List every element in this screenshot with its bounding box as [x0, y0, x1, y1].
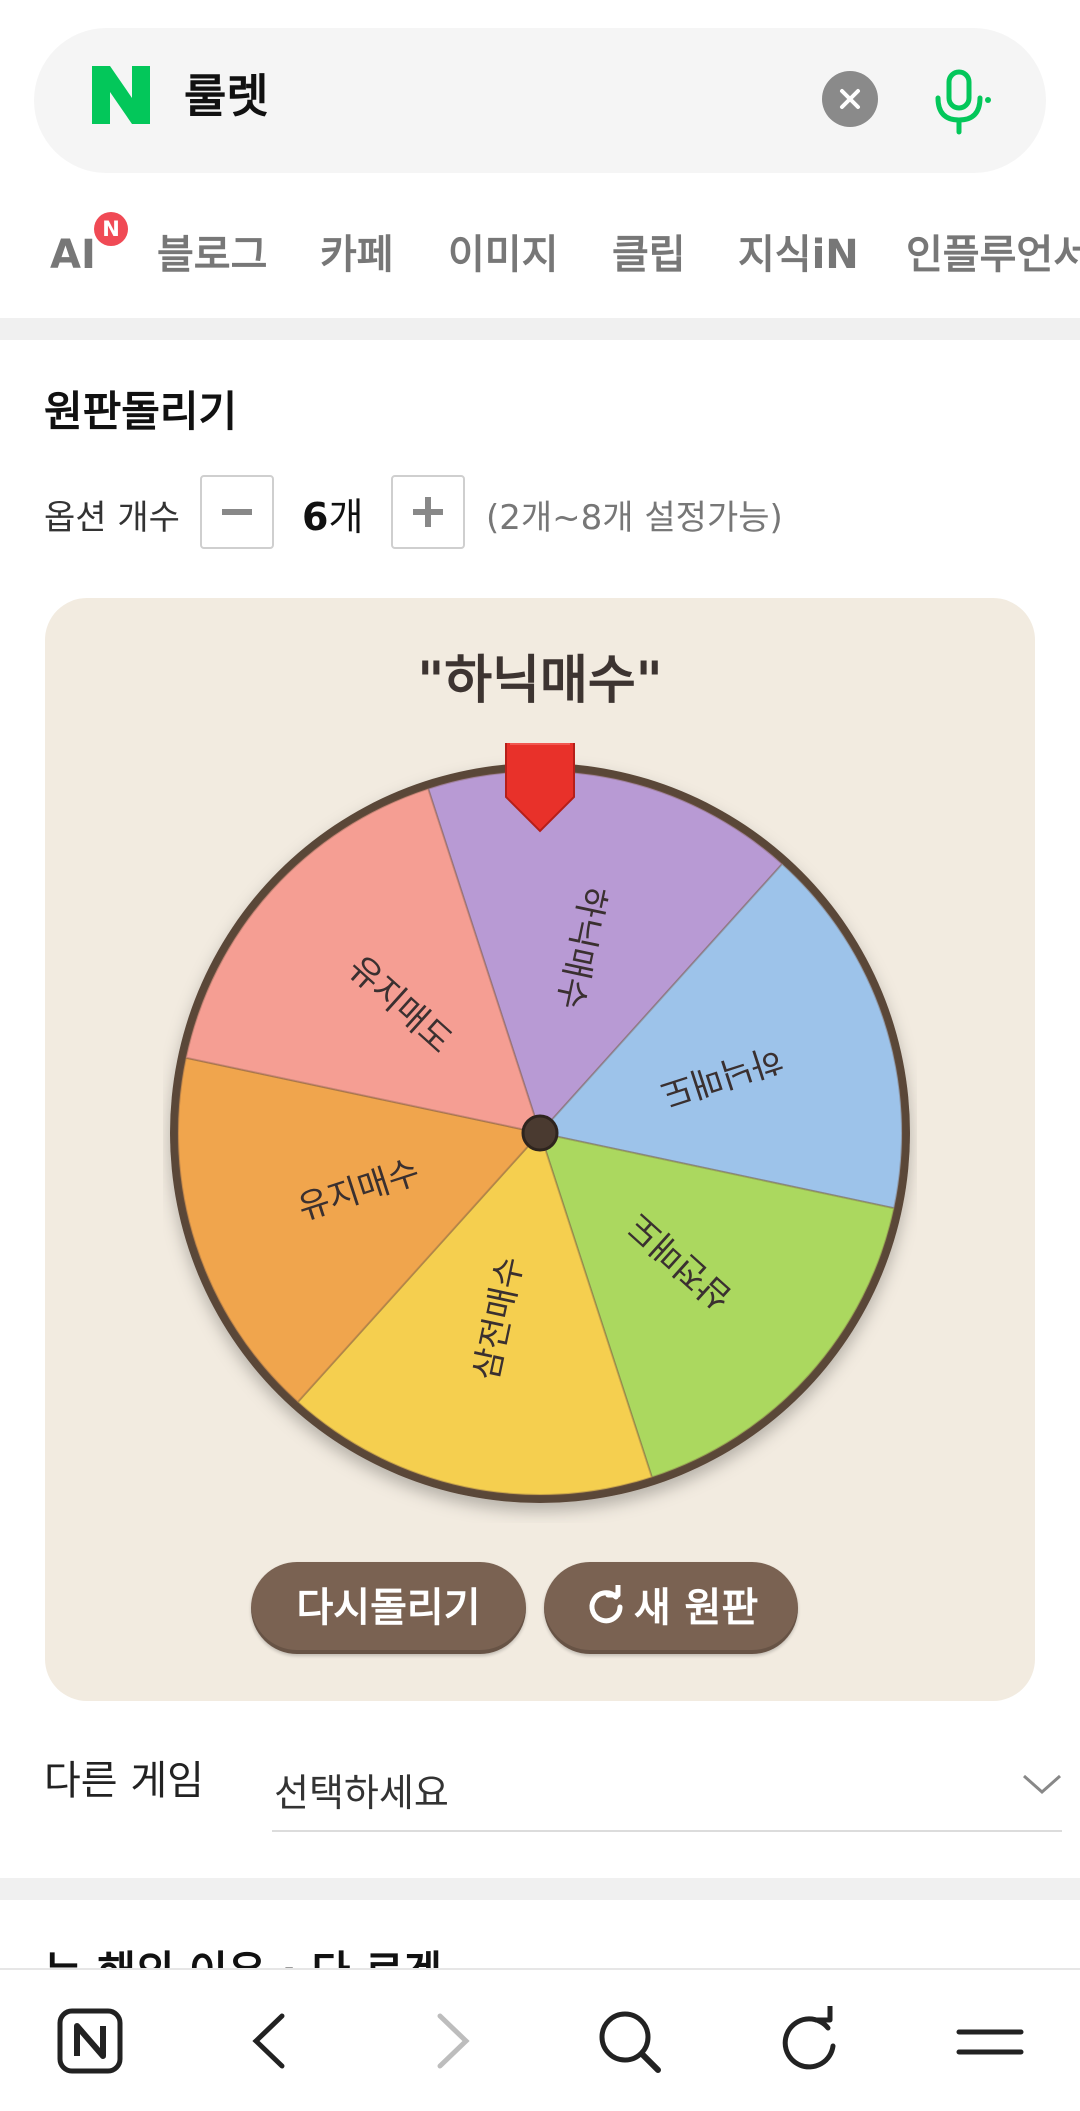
tab-image[interactable]: 이미지: [448, 230, 558, 280]
option-count-hint: (2개~8개 설정가능): [486, 498, 783, 538]
naver-home-icon[interactable]: [55, 2006, 125, 2076]
back-icon[interactable]: [236, 2006, 306, 2076]
close-icon: [840, 89, 860, 109]
search-query[interactable]: 룰렛: [184, 68, 269, 124]
refresh-icon: [589, 1582, 623, 1624]
option-count-number: 6: [302, 495, 329, 539]
roulette-result-title: "하닉매수": [417, 651, 663, 711]
increase-option-button[interactable]: [391, 475, 465, 549]
search-tabs: AI N 블로그 카페 이미지 클립 지식iN 인플루언서: [0, 196, 1080, 306]
tab-ai[interactable]: AI: [50, 230, 96, 280]
forward-icon[interactable]: [416, 2006, 486, 2076]
menu-icon[interactable]: [955, 2006, 1025, 2076]
minus-icon: [222, 509, 252, 515]
search-bar[interactable]: 룰렛: [34, 28, 1046, 173]
other-game-label: 다른 게임: [44, 1758, 204, 1804]
search-icon[interactable]: [594, 2006, 664, 2076]
tab-blog[interactable]: 블로그: [157, 230, 267, 280]
plus-icon: [413, 497, 443, 527]
wheel-hub: [521, 1114, 559, 1152]
tab-new-badge: N: [94, 212, 128, 246]
other-game-select-value: 선택하세요: [274, 1771, 449, 1815]
new-wheel-label: 새 원판: [633, 1585, 759, 1631]
section-title: 원판돌리기: [44, 387, 238, 436]
roulette-card: "하닉매수" 하닉매수 하닉매도 삼전매도 삼전매수 유지매수 유지매도 다시돌리기 새 …: [45, 598, 1035, 1701]
section-divider-2: [0, 1878, 1080, 1900]
tab-influencer[interactable]: 인플루언서: [906, 230, 1080, 280]
roulette-wheel[interactable]: 하닉매수하닉매도삼전매도삼전매수유지매수유지매도: [163, 743, 917, 1523]
other-game-select[interactable]: 선택하세요: [272, 1740, 1062, 1832]
tab-knowledge-in[interactable]: 지식iN: [738, 230, 859, 280]
clear-search-button[interactable]: [822, 71, 878, 127]
option-count-label: 옵션 개수: [44, 498, 180, 538]
tab-cafe[interactable]: 카페: [320, 230, 394, 280]
option-count-value: 6개: [302, 486, 363, 541]
respin-button[interactable]: 다시돌리기: [251, 1562, 526, 1654]
chevron-down-icon: [1023, 1774, 1061, 1795]
reload-icon[interactable]: [774, 2006, 844, 2076]
option-count-unit: 개: [328, 495, 364, 539]
microphone-icon[interactable]: [924, 66, 994, 136]
new-wheel-button[interactable]: 새 원판: [544, 1562, 798, 1654]
bottom-navigation: [0, 1968, 1080, 2111]
decrease-option-button[interactable]: [200, 475, 274, 549]
section-divider: [0, 318, 1080, 340]
naver-logo[interactable]: [90, 64, 152, 126]
tab-clip[interactable]: 클립: [612, 230, 686, 280]
